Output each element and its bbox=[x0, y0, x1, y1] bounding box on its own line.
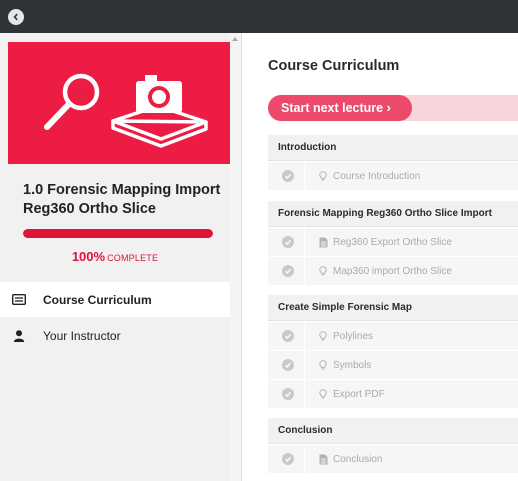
bulb-icon bbox=[318, 170, 328, 182]
document-icon bbox=[318, 237, 328, 248]
divider bbox=[304, 161, 305, 191]
progress-text: 100% COMPLETE bbox=[0, 249, 230, 264]
document-icon bbox=[318, 454, 328, 465]
divider bbox=[304, 321, 305, 351]
sidebar-item-label: Course Curriculum bbox=[43, 292, 152, 307]
start-next-lecture-button[interactable]: Start next lecture › bbox=[268, 95, 412, 121]
progress-label: COMPLETE bbox=[107, 253, 159, 263]
lecture-item[interactable]: Map360 import Ortho Slice bbox=[268, 256, 518, 286]
divider bbox=[304, 379, 305, 409]
divider bbox=[304, 350, 305, 380]
lecture-label: Reg360 Export Ortho Slice bbox=[333, 236, 452, 248]
sidebar-scrollbar[interactable] bbox=[230, 33, 242, 481]
lecture-label: Symbols bbox=[333, 359, 372, 371]
sidebar-item-label: Your Instructor bbox=[43, 328, 121, 343]
check-icon bbox=[282, 359, 294, 371]
check-icon bbox=[282, 388, 294, 400]
lecture-item[interactable]: Symbols bbox=[268, 350, 518, 380]
check-icon bbox=[282, 453, 294, 465]
check-icon bbox=[282, 265, 294, 277]
curriculum-icon bbox=[11, 294, 26, 306]
check-icon bbox=[282, 170, 294, 182]
camera-icon bbox=[111, 75, 208, 148]
progress-bar bbox=[23, 229, 213, 238]
course-title: 1.0 Forensic Mapping Import Reg360 Ortho… bbox=[23, 182, 221, 217]
check-icon bbox=[282, 236, 294, 248]
divider bbox=[304, 444, 305, 474]
divider bbox=[304, 227, 305, 257]
check-icon bbox=[282, 330, 294, 342]
section-header: Forensic Mapping Reg360 Ortho Slice Impo… bbox=[268, 201, 518, 227]
lecture-item[interactable]: Reg360 Export Ortho Slice bbox=[268, 227, 518, 257]
sidebar-item-course-curriculum[interactable]: Course Curriculum bbox=[0, 282, 230, 317]
lecture-label: Export PDF bbox=[333, 388, 385, 400]
divider bbox=[304, 256, 305, 286]
user-icon bbox=[11, 329, 26, 342]
section-header: Conclusion bbox=[268, 418, 518, 444]
section-header: Introduction bbox=[268, 135, 518, 161]
lecture-label: Conclusion bbox=[333, 453, 383, 465]
bulb-icon bbox=[318, 359, 328, 371]
page-title: Course Curriculum bbox=[268, 58, 400, 74]
lecture-item[interactable]: Export PDF bbox=[268, 379, 518, 409]
back-button[interactable] bbox=[8, 9, 24, 25]
scroll-up-arrow[interactable] bbox=[232, 37, 238, 41]
sidebar-item-your-instructor[interactable]: Your Instructor bbox=[0, 318, 230, 353]
progress-percent: 100% bbox=[71, 249, 106, 264]
lecture-label: Map360 import Ortho Slice bbox=[333, 265, 452, 277]
section-header: Create Simple Forensic Map bbox=[268, 295, 518, 321]
course-image bbox=[8, 42, 230, 164]
progress-fill bbox=[23, 229, 213, 238]
lecture-label: Course Introduction bbox=[333, 170, 421, 182]
chevron-left-icon bbox=[13, 13, 18, 21]
lecture-item[interactable]: Conclusion bbox=[268, 444, 518, 474]
bulb-icon bbox=[318, 388, 328, 400]
bulb-icon bbox=[318, 265, 328, 277]
lecture-item[interactable]: Course Introduction bbox=[268, 161, 518, 191]
bulb-icon bbox=[318, 330, 328, 342]
top-bar bbox=[0, 0, 518, 33]
lecture-item[interactable]: Polylines bbox=[268, 321, 518, 351]
lecture-label: Polylines bbox=[333, 330, 374, 342]
